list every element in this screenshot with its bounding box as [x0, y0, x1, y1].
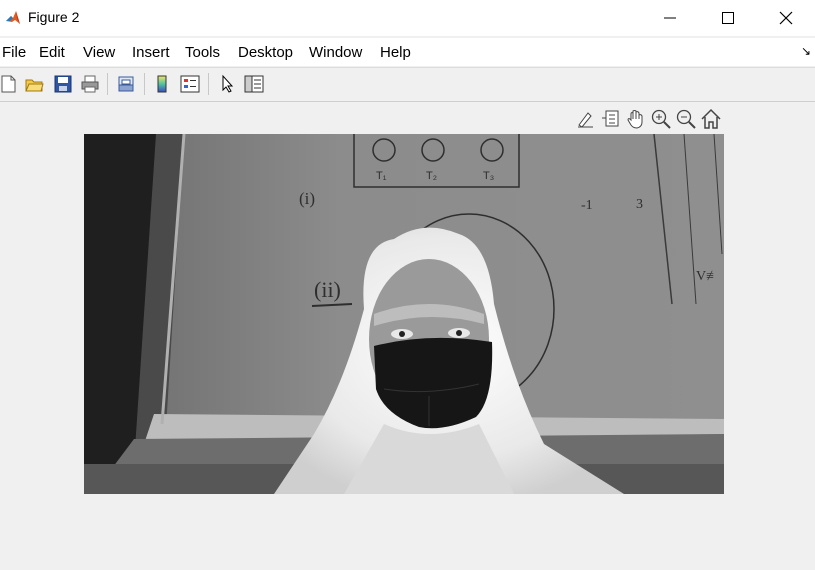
- svg-text:(ii): (ii): [314, 277, 341, 302]
- link-plot-icon[interactable]: [116, 74, 136, 94]
- svg-text:T₂: T₂: [426, 170, 437, 182]
- open-file-icon[interactable]: [24, 74, 44, 94]
- toolbar-separator: [107, 73, 108, 95]
- menu-desktop[interactable]: Desktop: [238, 44, 293, 61]
- dock-arrow-icon[interactable]: ↘: [801, 44, 811, 58]
- zoom-out-icon[interactable]: [675, 108, 697, 130]
- new-figure-icon[interactable]: [0, 74, 18, 94]
- menu-edit[interactable]: Edit: [39, 44, 65, 61]
- menu-insert[interactable]: Insert: [132, 44, 170, 61]
- edit-plot-icon[interactable]: [218, 74, 238, 94]
- svg-text:V≢: V≢: [696, 269, 720, 284]
- close-button[interactable]: [757, 0, 815, 36]
- svg-text:3: 3: [636, 197, 643, 212]
- print-icon[interactable]: [80, 74, 100, 94]
- menu-tools[interactable]: Tools: [185, 44, 220, 61]
- property-inspector-icon[interactable]: [244, 74, 264, 94]
- menu-file[interactable]: File: [2, 44, 26, 61]
- zoom-in-icon[interactable]: [650, 108, 672, 130]
- matlab-logo-icon: [6, 11, 20, 24]
- maximize-button[interactable]: [699, 0, 757, 36]
- svg-text:T₁: T₁: [376, 170, 387, 182]
- save-icon[interactable]: [53, 74, 73, 94]
- figure-toolbar: [0, 67, 815, 102]
- menu-help[interactable]: Help: [380, 44, 411, 61]
- minimize-button[interactable]: [641, 0, 699, 36]
- brush-icon[interactable]: [575, 108, 597, 130]
- camera-image: T₁ T₂ T₃ (i) (ii) -1 3 V≢: [84, 134, 724, 494]
- minimize-icon: [664, 17, 676, 19]
- colorbar-icon[interactable]: [152, 74, 172, 94]
- pan-icon[interactable]: [625, 108, 647, 130]
- svg-text:-1: -1: [581, 198, 593, 213]
- maximize-icon: [722, 12, 734, 24]
- restore-view-icon[interactable]: [700, 108, 722, 130]
- title-bar: Figure 2: [0, 0, 815, 36]
- svg-text:(i): (i): [299, 189, 315, 208]
- menu-view[interactable]: View: [83, 44, 115, 61]
- legend-icon[interactable]: [180, 74, 200, 94]
- close-icon: [779, 11, 793, 25]
- toolbar-separator: [144, 73, 145, 95]
- svg-text:T₃: T₃: [483, 170, 494, 182]
- toolbar-separator: [208, 73, 209, 95]
- window-title: Figure 2: [28, 9, 80, 25]
- menu-window[interactable]: Window: [309, 44, 362, 61]
- data-tips-icon[interactable]: [600, 108, 622, 130]
- menu-bar: File Edit View Insert Tools Desktop Wind…: [0, 38, 815, 66]
